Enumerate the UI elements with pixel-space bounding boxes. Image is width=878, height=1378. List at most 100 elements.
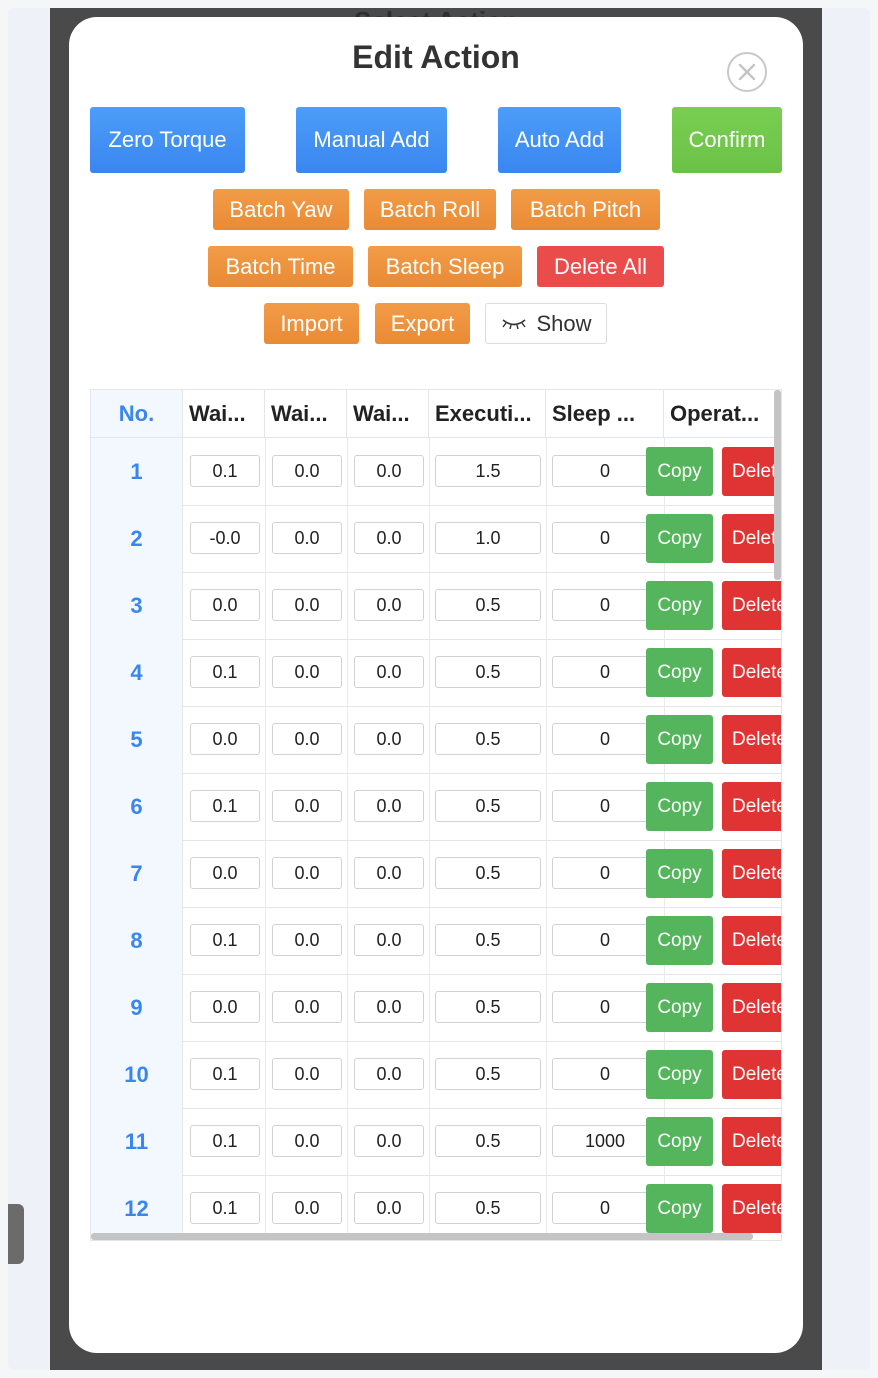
wait-1-input[interactable]: [190, 790, 260, 822]
wait-2-input[interactable]: [272, 656, 342, 688]
close-button[interactable]: [727, 52, 767, 92]
wait-1-input[interactable]: [190, 924, 260, 956]
wait-2-input[interactable]: [272, 589, 342, 621]
manual-add-button[interactable]: Manual Add: [296, 107, 447, 173]
copy-row-button[interactable]: Copy: [646, 782, 713, 831]
copy-row-button[interactable]: Copy: [646, 1050, 713, 1099]
wait-3-input[interactable]: [354, 1125, 424, 1157]
execution-time-input[interactable]: [435, 455, 541, 487]
wait-2-input[interactable]: [272, 991, 342, 1023]
wait-1-input[interactable]: [190, 857, 260, 889]
wait-3-input[interactable]: [354, 589, 424, 621]
copy-row-button[interactable]: Copy: [646, 1117, 713, 1166]
wait-1-input[interactable]: [190, 1125, 260, 1157]
batch-sleep-button[interactable]: Batch Sleep: [368, 246, 522, 287]
batch-yaw-button[interactable]: Batch Yaw: [213, 189, 349, 230]
sleep-input[interactable]: [552, 1125, 658, 1157]
sleep-input[interactable]: [552, 857, 658, 889]
wait-2-input[interactable]: [272, 522, 342, 554]
wait-2-input[interactable]: [272, 723, 342, 755]
wait-1-input[interactable]: [190, 522, 260, 554]
wait-2-input[interactable]: [272, 924, 342, 956]
sleep-input[interactable]: [552, 455, 658, 487]
wait-3-input[interactable]: [354, 723, 424, 755]
wait-2-input[interactable]: [272, 790, 342, 822]
sleep-input[interactable]: [552, 790, 658, 822]
wait-1-input[interactable]: [190, 723, 260, 755]
execution-time-input[interactable]: [435, 589, 541, 621]
wait-2-input[interactable]: [272, 455, 342, 487]
execution-time-input[interactable]: [435, 790, 541, 822]
copy-row-button[interactable]: Copy: [646, 514, 713, 563]
execution-time-input[interactable]: [435, 1058, 541, 1090]
copy-row-button[interactable]: Copy: [646, 1184, 713, 1233]
wait-2-input[interactable]: [272, 1125, 342, 1157]
wait-2-input[interactable]: [272, 857, 342, 889]
delete-row-button[interactable]: Delete: [722, 849, 781, 898]
execution-time-input[interactable]: [435, 991, 541, 1023]
delete-row-button[interactable]: Delete: [722, 983, 781, 1032]
side-drawer-handle[interactable]: [8, 1204, 24, 1264]
delete-row-button[interactable]: Delete: [722, 514, 781, 563]
copy-row-button[interactable]: Copy: [646, 715, 713, 764]
wait-3-input[interactable]: [354, 991, 424, 1023]
delete-all-button[interactable]: Delete All: [537, 246, 664, 287]
sleep-input[interactable]: [552, 924, 658, 956]
sleep-input[interactable]: [552, 723, 658, 755]
delete-row-button[interactable]: Delete: [722, 1184, 781, 1233]
zero-torque-button[interactable]: Zero Torque: [90, 107, 245, 173]
execution-time-input[interactable]: [435, 656, 541, 688]
execution-time-input[interactable]: [435, 924, 541, 956]
sleep-input[interactable]: [552, 589, 658, 621]
export-button[interactable]: Export: [375, 303, 470, 344]
delete-row-button[interactable]: Delete: [722, 1117, 781, 1166]
delete-row-button[interactable]: Delete: [722, 648, 781, 697]
wait-1-input[interactable]: [190, 1192, 260, 1224]
import-button[interactable]: Import: [264, 303, 359, 344]
copy-row-button[interactable]: Copy: [646, 983, 713, 1032]
batch-roll-button[interactable]: Batch Roll: [364, 189, 496, 230]
auto-add-button[interactable]: Auto Add: [498, 107, 621, 173]
wait-3-input[interactable]: [354, 455, 424, 487]
sleep-input[interactable]: [552, 1192, 658, 1224]
copy-row-button[interactable]: Copy: [646, 581, 713, 630]
wait-1-input[interactable]: [190, 656, 260, 688]
wait-1-input[interactable]: [190, 455, 260, 487]
delete-row-button[interactable]: Delete: [722, 715, 781, 764]
wait-3-input[interactable]: [354, 857, 424, 889]
batch-time-button[interactable]: Batch Time: [208, 246, 353, 287]
wait-1-input[interactable]: [190, 991, 260, 1023]
execution-time-input[interactable]: [435, 522, 541, 554]
sleep-input[interactable]: [552, 656, 658, 688]
execution-time-input[interactable]: [435, 723, 541, 755]
delete-row-button[interactable]: Delete: [722, 916, 781, 965]
confirm-button[interactable]: Confirm: [672, 107, 782, 173]
vertical-scrollbar[interactable]: [774, 390, 781, 580]
wait-3-input[interactable]: [354, 924, 424, 956]
copy-row-button[interactable]: Copy: [646, 849, 713, 898]
delete-row-button[interactable]: Delete: [722, 581, 781, 630]
wait-3-input[interactable]: [354, 790, 424, 822]
execution-time-input[interactable]: [435, 1192, 541, 1224]
show-toggle-button[interactable]: Show: [485, 303, 607, 344]
sleep-input[interactable]: [552, 991, 658, 1023]
action-table[interactable]: No. Wai... Wai... Wai... Executi... Slee…: [90, 389, 782, 1241]
delete-row-button[interactable]: Delete: [722, 782, 781, 831]
sleep-input[interactable]: [552, 522, 658, 554]
wait-2-input[interactable]: [272, 1192, 342, 1224]
wait-3-input[interactable]: [354, 656, 424, 688]
execution-time-input[interactable]: [435, 1125, 541, 1157]
copy-row-button[interactable]: Copy: [646, 916, 713, 965]
execution-time-input[interactable]: [435, 857, 541, 889]
delete-row-button[interactable]: Delete: [722, 1050, 781, 1099]
batch-pitch-button[interactable]: Batch Pitch: [511, 189, 660, 230]
wait-3-input[interactable]: [354, 1058, 424, 1090]
horizontal-scrollbar[interactable]: [91, 1233, 753, 1240]
wait-2-input[interactable]: [272, 1058, 342, 1090]
wait-1-input[interactable]: [190, 1058, 260, 1090]
wait-1-input[interactable]: [190, 589, 260, 621]
wait-3-input[interactable]: [354, 1192, 424, 1224]
delete-row-button[interactable]: Delete: [722, 447, 781, 496]
copy-row-button[interactable]: Copy: [646, 648, 713, 697]
copy-row-button[interactable]: Copy: [646, 447, 713, 496]
